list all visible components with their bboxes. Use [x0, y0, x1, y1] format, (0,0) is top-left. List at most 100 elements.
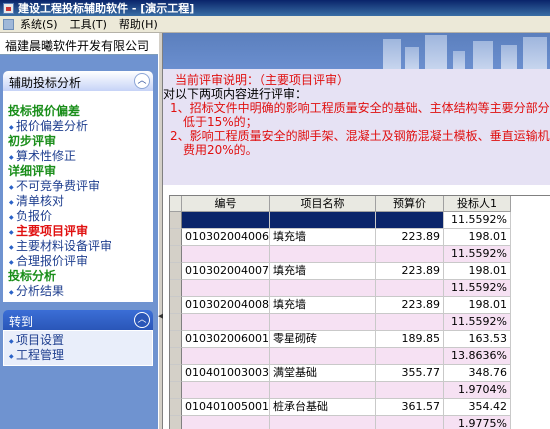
table-row[interactable]: 010401003003 满堂基础 355.77 348.76 [170, 365, 550, 382]
cell-price[interactable]: 223.89 [376, 297, 444, 314]
table-row[interactable]: 010401005001 桩承台基础 361.57 354.42 [170, 399, 550, 416]
row-indicator[interactable] [170, 263, 182, 280]
menu-system[interactable]: 系统(S) [20, 16, 58, 32]
nav-item[interactable]: 负报价 [4, 209, 152, 225]
goto-item[interactable]: 工程管理 [4, 348, 152, 364]
row-indicator[interactable] [170, 314, 182, 331]
cell-code[interactable]: 010401005001 [182, 399, 270, 416]
cell-code[interactable] [182, 348, 270, 365]
cell-name[interactable] [270, 212, 376, 229]
cell-bid[interactable]: 13.8636% [444, 348, 511, 365]
menu-help[interactable]: 帮助(H) [119, 16, 158, 32]
cell-code[interactable]: 010302004006 [182, 229, 270, 246]
nav-item[interactable]: 算术性修正 [4, 149, 152, 165]
cell-price[interactable]: 223.89 [376, 263, 444, 280]
goto-item[interactable]: 项目设置 [4, 333, 152, 349]
table-row[interactable]: 010302004007 填充墙 223.89 198.01 [170, 263, 550, 280]
cell-price[interactable] [376, 246, 444, 263]
header-bidder-1[interactable]: 投标人1 [444, 196, 511, 212]
nav-item[interactable]: 主要项目评审 [4, 224, 152, 240]
row-indicator[interactable] [170, 399, 182, 416]
cell-price[interactable]: 355.77 [376, 365, 444, 382]
row-indicator[interactable] [170, 331, 182, 348]
row-indicator[interactable] [170, 229, 182, 246]
cell-price[interactable] [376, 416, 444, 429]
cell-code[interactable]: 010302006001 [182, 331, 270, 348]
cell-name[interactable] [270, 348, 376, 365]
table-row[interactable]: 11.5592% [170, 314, 550, 331]
cell-price[interactable]: 361.57 [376, 399, 444, 416]
row-indicator[interactable] [170, 348, 182, 365]
cell-bid[interactable]: 163.53 [444, 331, 511, 348]
cell-code[interactable]: 010302004007 [182, 263, 270, 280]
cell-bid[interactable]: 348.76 [444, 365, 511, 382]
row-indicator[interactable] [170, 382, 182, 399]
cell-code[interactable]: 010401003003 [182, 365, 270, 382]
cell-price[interactable] [376, 212, 444, 229]
cell-bid[interactable]: 198.01 [444, 297, 511, 314]
cell-bid[interactable]: 11.5592% [444, 212, 511, 229]
panel-header-goto[interactable]: 转到 ︿ [3, 310, 153, 330]
panel-header-analysis[interactable]: 辅助投标分析 ︿ [3, 71, 153, 91]
cell-price[interactable]: 189.85 [376, 331, 444, 348]
cell-bid[interactable]: 1.9704% [444, 382, 511, 399]
cell-bid[interactable]: 198.01 [444, 263, 511, 280]
table-row[interactable]: 11.5592% [170, 280, 550, 297]
cell-code[interactable] [182, 314, 270, 331]
cell-code[interactable] [182, 212, 270, 229]
cell-price[interactable] [376, 314, 444, 331]
cell-price[interactable] [376, 280, 444, 297]
cell-price[interactable] [376, 348, 444, 365]
cell-name[interactable]: 零星砌砖 [270, 331, 376, 348]
row-indicator[interactable] [170, 280, 182, 297]
header-code[interactable]: 编号 [182, 196, 270, 212]
cell-bid[interactable]: 1.9775% [444, 416, 511, 429]
table-row[interactable]: 11.5592% [170, 246, 550, 263]
cell-name[interactable] [270, 280, 376, 297]
row-indicator[interactable] [170, 212, 182, 229]
cell-name[interactable] [270, 314, 376, 331]
cell-bid[interactable]: 11.5592% [444, 314, 511, 331]
menu-tools[interactable]: 工具(T) [70, 16, 107, 32]
cell-price[interactable]: 223.89 [376, 229, 444, 246]
cell-name[interactable] [270, 382, 376, 399]
row-indicator[interactable] [170, 297, 182, 314]
header-name[interactable]: 项目名称 [270, 196, 376, 212]
table-row[interactable]: 010302004008 填充墙 223.89 198.01 [170, 297, 550, 314]
collapse-up-icon[interactable]: ︿ [134, 73, 150, 89]
cell-name[interactable] [270, 416, 376, 429]
cell-name[interactable]: 填充墙 [270, 229, 376, 246]
cell-code[interactable]: 010302004008 [182, 297, 270, 314]
nav-item[interactable]: 主要材料设备评审 [4, 239, 152, 255]
cell-code[interactable] [182, 382, 270, 399]
row-indicator[interactable] [170, 246, 182, 263]
row-indicator[interactable] [170, 365, 182, 382]
table-row[interactable]: 010302006001 零星砌砖 189.85 163.53 [170, 331, 550, 348]
nav-item[interactable]: 清单核对 [4, 194, 152, 210]
cell-name[interactable] [270, 246, 376, 263]
cell-name[interactable]: 桩承台基础 [270, 399, 376, 416]
table-row[interactable]: 1.9704% [170, 382, 550, 399]
cell-name[interactable]: 填充墙 [270, 297, 376, 314]
cell-code[interactable] [182, 246, 270, 263]
cell-name[interactable]: 填充墙 [270, 263, 376, 280]
cell-bid[interactable]: 198.01 [444, 229, 511, 246]
nav-item[interactable]: 分析结果 [4, 284, 152, 300]
cell-bid[interactable]: 354.42 [444, 399, 511, 416]
nav-item[interactable]: 合理报价评审 [4, 254, 152, 270]
cell-bid[interactable]: 11.5592% [444, 280, 511, 297]
table-row[interactable]: 11.5592% [170, 212, 550, 229]
cell-code[interactable] [182, 416, 270, 429]
cell-code[interactable] [182, 280, 270, 297]
row-indicator[interactable] [170, 416, 182, 429]
cell-name[interactable]: 满堂基础 [270, 365, 376, 382]
nav-item[interactable]: 报价偏差分析 [4, 119, 152, 135]
table-row[interactable]: 010302004006 填充墙 223.89 198.01 [170, 229, 550, 246]
cell-price[interactable] [376, 382, 444, 399]
cell-bid[interactable]: 11.5592% [444, 246, 511, 263]
nav-item[interactable]: 不可竞争费评审 [4, 179, 152, 195]
header-price[interactable]: 预算价 [376, 196, 444, 212]
table-row[interactable]: 13.8636% [170, 348, 550, 365]
table-row[interactable]: 1.9775% [170, 416, 550, 429]
collapse-up-icon[interactable]: ︿ [134, 312, 150, 328]
